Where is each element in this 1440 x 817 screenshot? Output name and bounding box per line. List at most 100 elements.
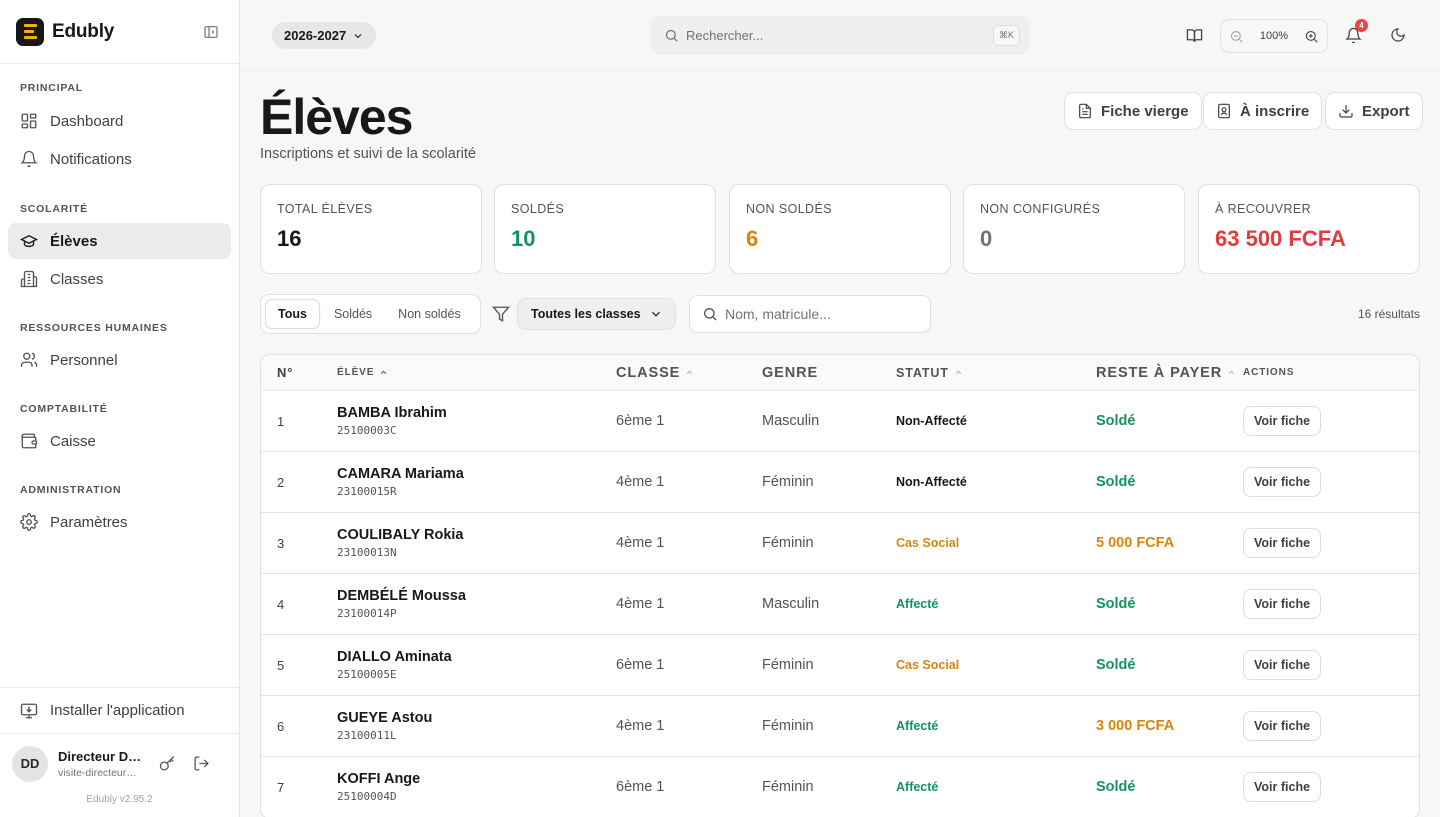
sidebar-toggle-icon[interactable] bbox=[199, 20, 223, 44]
sort-up-icon bbox=[381, 370, 387, 375]
student-class: 6ème 1 bbox=[616, 413, 665, 429]
view-record-button[interactable]: Voir fiche bbox=[1243, 467, 1322, 497]
stat-label: NON CONFIGURÉS bbox=[980, 202, 1101, 216]
row-num: 3 bbox=[277, 535, 285, 551]
student-cell: CAMARA Mariama 23100015R bbox=[337, 466, 616, 498]
sidebar-item-caisse[interactable]: Caisse bbox=[8, 423, 231, 459]
logout-icon[interactable] bbox=[186, 749, 216, 779]
gear-icon bbox=[20, 513, 38, 531]
stat-card-non-configures: NON CONFIGURÉS 0 bbox=[963, 184, 1185, 274]
view-record-button[interactable]: Voir fiche bbox=[1243, 589, 1322, 619]
student-name: CAMARA Mariama bbox=[337, 466, 464, 482]
stat-value: 6 bbox=[746, 226, 759, 251]
header-due[interactable]: RESTE À PAYER bbox=[1096, 365, 1243, 381]
student-gender: Masculin bbox=[762, 413, 820, 429]
user-card: DD Directeur Démo visite-directeur@edubl… bbox=[0, 733, 239, 793]
bell-icon bbox=[20, 150, 38, 168]
table-row: 2 CAMARA Mariama 23100015R 4ème 1 Fémini… bbox=[261, 452, 1419, 513]
chevron-down-icon bbox=[354, 33, 362, 38]
sidebar-item-dashboard[interactable]: Dashboard bbox=[8, 103, 231, 139]
actions-cell: Voir fiche bbox=[1243, 711, 1413, 741]
student-gender: Féminin bbox=[762, 474, 814, 490]
stat-card-a-recouvrer: À RECOUVRER 63 500 FCFA bbox=[1198, 184, 1420, 274]
blank-form-button[interactable]: Fiche vierge bbox=[1064, 92, 1202, 130]
topbar: 2026-2027 Rechercher... ⌘K 100% 4 bbox=[240, 0, 1440, 71]
school-year-select[interactable]: 2026-2027 bbox=[272, 22, 377, 49]
stat-value: 16 bbox=[277, 226, 302, 251]
row-num: 7 bbox=[277, 779, 285, 795]
table-header: N° ÉLÈVE CLASSE GENRE STATUT RESTE À PAY… bbox=[261, 355, 1419, 391]
row-num: 2 bbox=[277, 474, 285, 490]
sidebar: Edubly PRINCIPAL Dashboard Notifications… bbox=[0, 0, 240, 817]
sidebar-item-classes[interactable]: Classes bbox=[8, 261, 231, 297]
actions-cell: Voir fiche bbox=[1243, 406, 1413, 436]
view-record-button[interactable]: Voir fiche bbox=[1243, 711, 1322, 741]
zoom-in-icon[interactable] bbox=[1304, 29, 1319, 44]
global-search[interactable]: Rechercher... ⌘K bbox=[650, 16, 1030, 55]
sidebar-item-label: Classes bbox=[50, 270, 104, 288]
header-class[interactable]: CLASSE bbox=[616, 365, 762, 381]
install-app-button[interactable]: Installer l'application bbox=[0, 687, 239, 733]
actions-cell: Voir fiche bbox=[1243, 528, 1413, 558]
class-filter-select[interactable]: Toutes les classes bbox=[517, 298, 676, 330]
moon-icon[interactable] bbox=[1387, 24, 1409, 46]
sidebar-item-personnel[interactable]: Personnel bbox=[8, 342, 231, 378]
student-name: BAMBA Ibrahim bbox=[337, 405, 447, 421]
to-enroll-button[interactable]: À inscrire bbox=[1203, 92, 1323, 130]
student-search-input[interactable] bbox=[725, 306, 915, 322]
student-cell: DEMBÉLÉ Moussa 23100014P bbox=[337, 588, 616, 620]
wallet-icon bbox=[21, 433, 38, 449]
zoom-out-icon[interactable] bbox=[1229, 29, 1244, 44]
notification-badge: 4 bbox=[1355, 19, 1368, 32]
filter-icon bbox=[492, 306, 510, 322]
student-matricule: 25100003C bbox=[337, 424, 397, 437]
avatar: DD bbox=[12, 745, 48, 782]
view-record-button[interactable]: Voir fiche bbox=[1243, 528, 1322, 558]
student-status: Affecté bbox=[896, 719, 939, 733]
zoom-level: 100% bbox=[1259, 30, 1289, 42]
student-cell: KOFFI Ange 25100004D bbox=[337, 771, 616, 803]
student-due: Soldé bbox=[1096, 413, 1136, 429]
notifications-button[interactable]: 4 bbox=[1342, 19, 1368, 46]
export-button[interactable]: Export bbox=[1325, 92, 1423, 130]
sidebar-item-eleves[interactable]: Élèves bbox=[8, 223, 231, 259]
tab-tous[interactable]: Tous bbox=[265, 299, 320, 329]
file-text-icon bbox=[1079, 103, 1091, 119]
global-search-placeholder: Rechercher... bbox=[686, 28, 764, 43]
header-status[interactable]: STATUT bbox=[896, 366, 1096, 380]
student-gender: Féminin bbox=[762, 535, 814, 551]
key-icon[interactable] bbox=[152, 749, 182, 779]
table-row: 6 GUEYE Astou 23100011L 4ème 1 Féminin A… bbox=[261, 696, 1419, 757]
view-record-button[interactable]: Voir fiche bbox=[1243, 772, 1322, 802]
school-year-label: 2026-2027 bbox=[284, 28, 347, 43]
student-class: 6ème 1 bbox=[616, 779, 665, 795]
header-student[interactable]: ÉLÈVE bbox=[337, 367, 616, 378]
student-due: Soldé bbox=[1096, 596, 1136, 612]
nav-section-rh: RESSOURCES HUMAINES bbox=[20, 322, 168, 334]
tab-soldes[interactable]: Soldés bbox=[322, 299, 384, 329]
student-gender: Féminin bbox=[762, 718, 814, 734]
view-record-button[interactable]: Voir fiche bbox=[1243, 406, 1322, 436]
tab-non-soldes[interactable]: Non soldés bbox=[386, 299, 473, 329]
sidebar-item-label: Dashboard bbox=[50, 112, 124, 130]
book-icon[interactable] bbox=[1183, 24, 1205, 46]
row-num: 6 bbox=[277, 718, 285, 734]
dashboard-icon bbox=[21, 113, 37, 129]
student-class: 4ème 1 bbox=[616, 718, 665, 734]
actions-cell: Voir fiche bbox=[1243, 467, 1413, 497]
stat-card-non-soldes: NON SOLDÉS 6 bbox=[729, 184, 951, 274]
header-num: N° bbox=[277, 365, 294, 380]
sort-up-icon bbox=[687, 370, 693, 375]
row-num: 4 bbox=[277, 596, 285, 612]
student-name: COULIBALY Rokia bbox=[337, 527, 464, 543]
sidebar-item-notifications[interactable]: Notifications bbox=[8, 141, 231, 177]
actions-cell: Voir fiche bbox=[1243, 650, 1413, 680]
nav-section-scolarite: SCOLARITÉ bbox=[20, 203, 88, 215]
student-search bbox=[689, 295, 931, 333]
user-email: visite-directeur@edubly.app bbox=[58, 766, 144, 779]
export-label: Export bbox=[1362, 102, 1410, 120]
view-record-button[interactable]: Voir fiche bbox=[1243, 650, 1322, 680]
stat-label: NON SOLDÉS bbox=[746, 202, 832, 216]
sidebar-item-parametres[interactable]: Paramètres bbox=[8, 504, 231, 540]
stat-label: SOLDÉS bbox=[511, 202, 565, 216]
